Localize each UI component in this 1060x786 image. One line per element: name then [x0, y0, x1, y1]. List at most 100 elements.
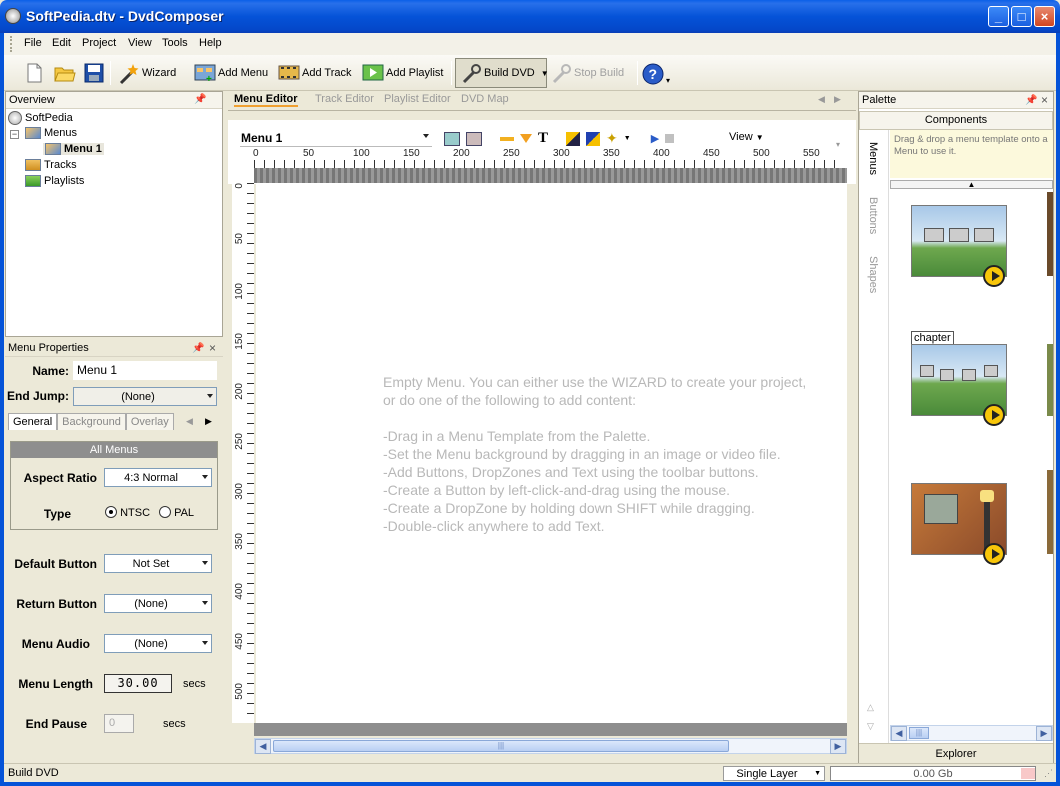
tree-playlists[interactable]: Playlists: [25, 175, 84, 187]
minimize-button[interactable]: _: [988, 6, 1009, 27]
editor-hscrollbar[interactable]: ◀ ||| ▶: [254, 738, 847, 754]
remove-button-icon[interactable]: [466, 131, 482, 146]
play-icon[interactable]: ▶: [651, 132, 659, 145]
tab-scroll-left-icon[interactable]: ◀: [186, 416, 193, 427]
disc-size-value: 0.00 Gb: [913, 767, 953, 780]
name-input[interactable]: Menu 1: [73, 361, 217, 380]
tree-tracks[interactable]: Tracks: [25, 159, 77, 171]
stop-icon[interactable]: [665, 134, 675, 143]
scroll-right-icon[interactable]: ▶: [830, 739, 846, 754]
hruler-label: 250: [503, 148, 520, 159]
add-button-icon[interactable]: [444, 131, 460, 146]
maximize-button[interactable]: □: [1011, 6, 1032, 27]
end-pause-input[interactable]: 0: [104, 714, 134, 733]
end-jump-select[interactable]: (None): [73, 387, 217, 406]
tab-scroll-right-icon[interactable]: ▶: [205, 416, 212, 427]
tab-background[interactable]: Background: [57, 413, 126, 430]
bring-front-icon[interactable]: [566, 131, 581, 146]
build-dvd-button[interactable]: Build DVD ▼: [455, 58, 549, 88]
layer-select[interactable]: Single Layer ▼: [723, 766, 825, 781]
explorer-tab[interactable]: Explorer: [859, 743, 1053, 763]
editor-tab-left-icon[interactable]: ◀: [818, 94, 825, 105]
menu-project[interactable]: Project: [82, 37, 116, 49]
add-playlist-icon: [362, 63, 384, 83]
vtab-shapes[interactable]: Shapes: [867, 256, 879, 293]
ntsc-radio[interactable]: NTSC: [105, 506, 150, 519]
palette-hscrollbar[interactable]: ◀ ||| ▶: [890, 725, 1053, 741]
palette-scroll-thumb[interactable]: |||: [909, 727, 929, 739]
tab-overlay[interactable]: Overlay: [125, 413, 174, 430]
align-dropdown-icon[interactable]: ▼: [624, 135, 631, 142]
send-back-icon[interactable]: [586, 131, 601, 146]
tab-track-editor[interactable]: Track Editor: [315, 93, 374, 105]
toolbar-overflow-icon[interactable]: ▾: [666, 76, 670, 85]
return-button-select[interactable]: (None): [104, 594, 212, 613]
align-tool-icon[interactable]: ✦: [606, 130, 618, 147]
add-track-label: Add Track: [302, 67, 352, 79]
view-label: View: [729, 131, 753, 143]
open-button[interactable]: [54, 61, 76, 85]
tree-root[interactable]: SoftPedia: [8, 111, 73, 125]
close-button[interactable]: ×: [1034, 6, 1055, 27]
play-template-2-icon[interactable]: [983, 404, 1005, 426]
vtab-buttons[interactable]: Buttons: [867, 197, 879, 234]
help-button[interactable]: ? ▾: [642, 61, 670, 85]
dropzone-tool-icon[interactable]: [520, 134, 532, 143]
scroll-left-icon[interactable]: ◀: [255, 739, 271, 754]
new-button[interactable]: [24, 61, 44, 85]
all-menus-group: All Menus Aspect Ratio 4:3 Normal Type N…: [10, 441, 218, 530]
resize-grip-icon[interactable]: ⋰: [1044, 768, 1053, 779]
vtab-up-icon[interactable]: △: [867, 702, 874, 713]
tree-collapse-toggle[interactable]: −: [10, 130, 19, 139]
menu-select-dropdown[interactable]: Menu 1: [238, 128, 432, 147]
menu-help[interactable]: Help: [199, 37, 222, 49]
save-button[interactable]: [84, 61, 104, 85]
tab-playlist-editor[interactable]: Playlist Editor: [384, 93, 451, 105]
scroll-thumb[interactable]: |||: [273, 740, 729, 752]
menu-audio-select[interactable]: (None): [104, 634, 212, 653]
hruler-label: 350: [603, 148, 620, 159]
palette-pin-icon[interactable]: 📌: [1025, 95, 1037, 106]
pin-icon[interactable]: 📌: [192, 343, 204, 354]
menu-file[interactable]: File: [24, 37, 42, 49]
hruler-label: 100: [353, 148, 370, 159]
line-tool-icon[interactable]: [500, 136, 514, 141]
stop-build-button[interactable]: Stop Build: [550, 61, 624, 85]
overview-pin-icon[interactable]: 📌: [194, 94, 206, 105]
add-playlist-button[interactable]: Add Playlist: [362, 61, 443, 85]
stop-build-label: Stop Build: [574, 67, 625, 79]
vtab-menus[interactable]: Menus: [867, 142, 879, 175]
aspect-ratio-select[interactable]: 4:3 Normal: [104, 468, 212, 487]
play-template-1-icon[interactable]: [983, 265, 1005, 287]
menu-edit[interactable]: Edit: [52, 37, 71, 49]
vruler-label: 450: [234, 633, 245, 650]
add-track-button[interactable]: Add Track: [278, 61, 352, 85]
vtab-down-icon[interactable]: ▽: [867, 721, 874, 732]
menu-tools[interactable]: Tools: [162, 37, 188, 49]
tree-menus[interactable]: Menus: [25, 127, 77, 139]
panel-close-icon[interactable]: ×: [209, 341, 216, 355]
components-header[interactable]: Components: [859, 111, 1053, 130]
add-menu-button[interactable]: + Add Menu: [194, 61, 268, 85]
tab-general[interactable]: General: [8, 413, 58, 430]
tree-menu-1[interactable]: Menu 1: [43, 143, 104, 155]
palette-scroll-left-icon[interactable]: ◀: [891, 726, 907, 741]
tab-menu-editor[interactable]: Menu Editor: [234, 93, 298, 107]
text-tool-icon[interactable]: T: [538, 130, 548, 147]
view-menu-button[interactable]: View ▼: [729, 131, 764, 143]
pal-radio[interactable]: PAL: [159, 506, 194, 519]
svg-text:+: +: [206, 74, 212, 83]
menu-length-input[interactable]: 30.00: [104, 674, 172, 693]
tab-dvd-map[interactable]: DVD Map: [461, 93, 509, 105]
menu-view[interactable]: View: [128, 37, 152, 49]
build-dropdown-arrow-icon[interactable]: ▼: [541, 69, 549, 78]
toolbar-separator: [637, 61, 638, 85]
menu-canvas[interactable]: Empty Menu. You can either use the WIZAR…: [256, 183, 847, 723]
play-template-3-icon[interactable]: [983, 543, 1005, 565]
editor-tab-right-icon[interactable]: ▶: [834, 94, 841, 105]
wizard-button[interactable]: Wizard: [118, 61, 176, 85]
palette-scroll-up-icon[interactable]: ▲: [890, 180, 1053, 189]
palette-close-icon[interactable]: ×: [1041, 93, 1048, 107]
palette-scroll-right-icon[interactable]: ▶: [1036, 726, 1052, 741]
default-button-select[interactable]: Not Set: [104, 554, 212, 573]
